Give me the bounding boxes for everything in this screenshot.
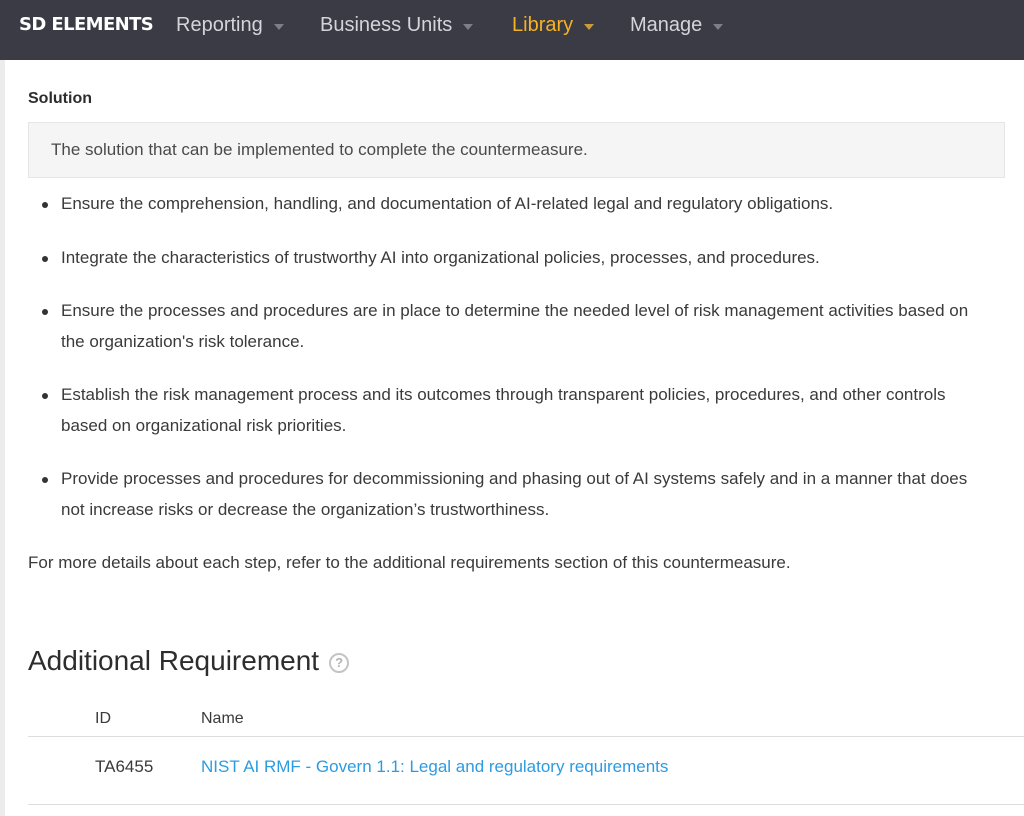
nav-menu-reporting[interactable]: Reporting (176, 12, 284, 38)
nav-menu-business-units-label: Business Units (320, 13, 453, 36)
nav-menu-library[interactable]: Library (512, 12, 595, 38)
column-header-name: Name (201, 710, 244, 727)
nav-menu-manage-label: Manage (630, 13, 703, 36)
table-row-divider (28, 804, 1024, 805)
additional-requirement-heading: Additional Requirement ? (28, 643, 350, 679)
solution-step: Ensure the processes and procedures are … (28, 296, 988, 357)
top-navigation-bar: SD ELEMENTS Reporting Business Units Lib… (0, 0, 1024, 60)
solution-description: The solution that can be implemented to … (28, 122, 1005, 178)
requirement-name-link[interactable]: NIST AI RMF - Govern 1.1: Legal and regu… (201, 757, 668, 777)
additional-requirement-title: Additional Requirement (28, 645, 320, 676)
left-edge-divider (0, 60, 5, 816)
solution-heading: Solution (28, 90, 92, 107)
solution-step: Integrate the characteristics of trustwo… (28, 243, 988, 274)
solution-step: Provide processes and procedures for dec… (28, 464, 988, 525)
nav-menu-manage[interactable]: Manage (630, 12, 724, 38)
question-circle-icon[interactable]: ? (329, 653, 350, 673)
nav-menu-library-label: Library (512, 13, 574, 36)
column-header-id: ID (95, 710, 111, 727)
solution-steps-list: Ensure the comprehension, handling, and … (28, 189, 988, 548)
solution-step: Establish the risk management process an… (28, 380, 988, 441)
nav-menu-reporting-label: Reporting (176, 13, 263, 36)
solution-description-text: The solution that can be implemented to … (51, 140, 588, 159)
chevron-down-icon (463, 23, 474, 30)
sd-elements-logo[interactable]: SD ELEMENTS (19, 14, 154, 36)
chevron-down-icon (273, 23, 284, 30)
solution-note: For more details about each step, refer … (28, 553, 791, 572)
chevron-down-icon (584, 23, 595, 30)
chevron-down-icon (713, 23, 724, 30)
nav-menu-business-units[interactable]: Business Units (320, 12, 474, 38)
table-header-divider (28, 736, 1024, 737)
solution-step: Ensure the comprehension, handling, and … (28, 189, 988, 220)
requirement-id: TA6455 (95, 757, 154, 776)
